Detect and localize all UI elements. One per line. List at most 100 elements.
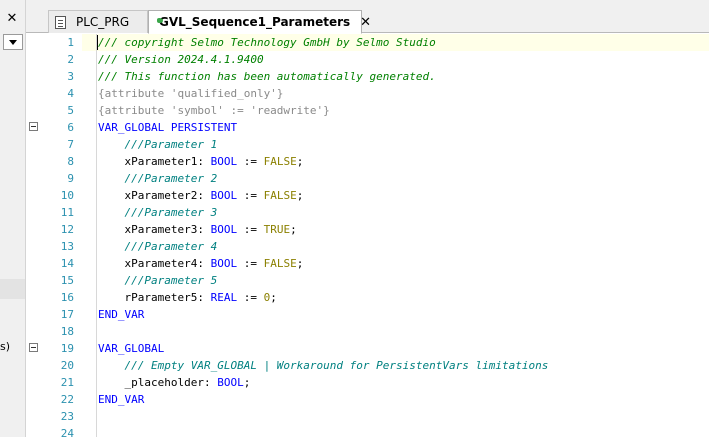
code-line[interactable]: 9 ///Parameter 2 bbox=[26, 170, 709, 187]
code-token: := bbox=[237, 291, 264, 304]
left-panel: ✕ s) bbox=[0, 0, 26, 437]
code-text: ///Parameter 1 bbox=[98, 136, 217, 153]
code-line[interactable]: 5 {attribute 'symbol' := 'readwrite'} bbox=[26, 102, 709, 119]
code-text: xParameter3: BOOL := TRUE; bbox=[98, 221, 296, 238]
code-text: END_VAR bbox=[98, 306, 144, 323]
close-icon[interactable]: ✕ bbox=[360, 15, 371, 30]
dropdown-button[interactable] bbox=[3, 34, 23, 50]
code-token: BOOL bbox=[210, 223, 238, 236]
code-text: /// copyright Selmo Technology GmbH by S… bbox=[98, 34, 436, 51]
code-token: ; bbox=[296, 257, 304, 270]
code-line[interactable]: 10 xParameter2: BOOL := FALSE; bbox=[26, 187, 709, 204]
code-line[interactable]: 4 {attribute 'qualified_only'} bbox=[26, 85, 709, 102]
line-number: 21 bbox=[60, 376, 74, 389]
line-number: 1 bbox=[67, 36, 74, 49]
code-token: FALSE bbox=[263, 155, 297, 168]
code-token: ; bbox=[296, 155, 304, 168]
line-number: 2 bbox=[67, 53, 74, 66]
code-line[interactable]: 6 VAR_GLOBAL PERSISTENT bbox=[26, 119, 709, 136]
code-text: xParameter1: BOOL := FALSE; bbox=[98, 153, 303, 170]
code-line[interactable]: 17 END_VAR bbox=[26, 306, 709, 323]
code-token: /// Version 2024.4.1.9400 bbox=[98, 53, 264, 66]
code-token: ; bbox=[243, 376, 251, 389]
line-number: 11 bbox=[60, 206, 74, 219]
editor-tab-strip: PLC_PRG GVL_Sequence1_Parameters ✕ bbox=[26, 0, 709, 34]
tab-plc-prg[interactable]: PLC_PRG bbox=[48, 10, 148, 33]
code-line[interactable]: 12 xParameter3: BOOL := TRUE; bbox=[26, 221, 709, 238]
code-text: rParameter5: REAL := 0; bbox=[98, 289, 277, 306]
code-line[interactable]: 2 /// Version 2024.4.1.9400 bbox=[26, 51, 709, 68]
tab-gvl-sequence1-parameters[interactable]: GVL_Sequence1_Parameters ✕ bbox=[148, 10, 371, 34]
code-line[interactable]: 7 ///Parameter 1 bbox=[26, 136, 709, 153]
code-text: {attribute 'symbol' := 'readwrite'} bbox=[98, 102, 330, 119]
code-text: /// Version 2024.4.1.9400 bbox=[98, 51, 264, 68]
code-token: := bbox=[237, 257, 264, 270]
code-token: /// Empty VAR_GLOBAL | Workaround for Pe… bbox=[98, 359, 549, 372]
code-line[interactable]: 16 rParameter5: REAL := 0; bbox=[26, 289, 709, 306]
code-token: ///Parameter 5 bbox=[98, 274, 218, 287]
code-token: /// This function has been automatically… bbox=[98, 70, 436, 83]
line-number: 10 bbox=[60, 189, 74, 202]
selected-tree-item[interactable] bbox=[0, 279, 25, 299]
code-token: {attribute 'symbol' := 'readwrite'} bbox=[98, 104, 330, 117]
line-number: 23 bbox=[60, 410, 74, 423]
line-number: 14 bbox=[60, 257, 74, 270]
code-line[interactable]: 3 /// This function has been automaticall… bbox=[26, 68, 709, 85]
code-text: ///Parameter 5 bbox=[98, 272, 217, 289]
code-token: BOOL bbox=[217, 376, 244, 389]
code-line[interactable]: 8 xParameter1: BOOL := FALSE; bbox=[26, 153, 709, 170]
line-number: 24 bbox=[60, 427, 74, 437]
line-number: 5 bbox=[67, 104, 74, 117]
code-line[interactable]: 20 /// Empty VAR_GLOBAL | Workaround for… bbox=[26, 357, 709, 374]
code-text: END_VAR bbox=[98, 391, 144, 408]
line-number: 8 bbox=[67, 155, 74, 168]
code-text: /// This function has been automatically… bbox=[98, 68, 436, 85]
code-token: END_VAR bbox=[98, 393, 145, 406]
code-line[interactable]: 14 xParameter4: BOOL := FALSE; bbox=[26, 255, 709, 272]
close-icon[interactable]: ✕ bbox=[2, 10, 22, 28]
code-text: ///Parameter 3 bbox=[98, 204, 217, 221]
code-text: _placeholder: BOOL; bbox=[98, 374, 250, 391]
code-token: := bbox=[237, 155, 264, 168]
code-token: TRUE bbox=[263, 223, 291, 236]
code-token: VAR_GLOBAL bbox=[98, 342, 165, 355]
code-text: xParameter2: BOOL := FALSE; bbox=[98, 187, 303, 204]
line-number: 18 bbox=[60, 325, 74, 338]
code-line[interactable]: 13 ///Parameter 4 bbox=[26, 238, 709, 255]
code-text: VAR_GLOBAL bbox=[98, 340, 164, 357]
code-line[interactable]: 21 _placeholder: BOOL; bbox=[26, 374, 709, 391]
code-token: {attribute 'qualified_only'} bbox=[98, 87, 284, 100]
code-line[interactable]: 1 /// copyright Selmo Technology GmbH by … bbox=[26, 34, 709, 51]
code-text: ///Parameter 2 bbox=[98, 170, 217, 187]
code-line[interactable]: 19 VAR_GLOBAL bbox=[26, 340, 709, 357]
code-token: xParameter2: bbox=[98, 189, 211, 202]
code-token: VAR_GLOBAL PERSISTENT bbox=[98, 121, 238, 134]
code-line[interactable]: 18 bbox=[26, 323, 709, 340]
code-text: /// Empty VAR_GLOBAL | Workaround for Pe… bbox=[98, 357, 548, 374]
code-text: xParameter4: BOOL := FALSE; bbox=[98, 255, 303, 272]
code-token: ///Parameter 4 bbox=[98, 240, 218, 253]
code-line[interactable]: 23 bbox=[26, 408, 709, 425]
tree-item-fragment: s) bbox=[0, 340, 11, 353]
code-token: ///Parameter 2 bbox=[98, 172, 218, 185]
code-token: FALSE bbox=[263, 189, 297, 202]
code-token: rParameter5: bbox=[98, 291, 211, 304]
line-number: 4 bbox=[67, 87, 74, 100]
code-line[interactable]: 22 END_VAR bbox=[26, 391, 709, 408]
line-number: 3 bbox=[67, 70, 74, 83]
code-token: xParameter4: bbox=[98, 257, 211, 270]
line-number: 7 bbox=[67, 138, 74, 151]
line-number: 9 bbox=[67, 172, 74, 185]
line-number: 16 bbox=[60, 291, 74, 304]
line-number: 13 bbox=[60, 240, 74, 253]
document-icon bbox=[55, 15, 66, 29]
code-token: BOOL bbox=[210, 155, 238, 168]
code-line[interactable]: 24 bbox=[26, 425, 709, 437]
code-line[interactable]: 11 ///Parameter 3 bbox=[26, 204, 709, 221]
code-token: ; bbox=[270, 291, 277, 304]
line-number: 22 bbox=[60, 393, 74, 406]
code-line[interactable]: 15 ///Parameter 5 bbox=[26, 272, 709, 289]
code-editor[interactable]: 1 /// copyright Selmo Technology GmbH by … bbox=[26, 34, 709, 437]
code-token: BOOL bbox=[210, 189, 238, 202]
code-token: := bbox=[237, 189, 264, 202]
